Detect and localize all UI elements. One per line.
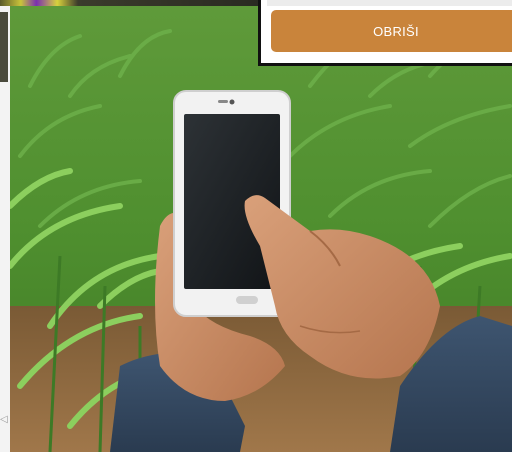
- popup-top-row: [267, 0, 512, 6]
- delete-popup: OBRIŠI: [258, 0, 512, 66]
- page: ◁ OBRIŠI: [0, 0, 512, 452]
- field-photo-illustration: [10, 6, 512, 452]
- field-photo: [10, 6, 512, 452]
- previous-image-sliver: [0, 12, 8, 82]
- caret-icon: ◁: [0, 414, 8, 425]
- left-edge: [0, 6, 10, 452]
- delete-button[interactable]: OBRIŠI: [271, 10, 512, 52]
